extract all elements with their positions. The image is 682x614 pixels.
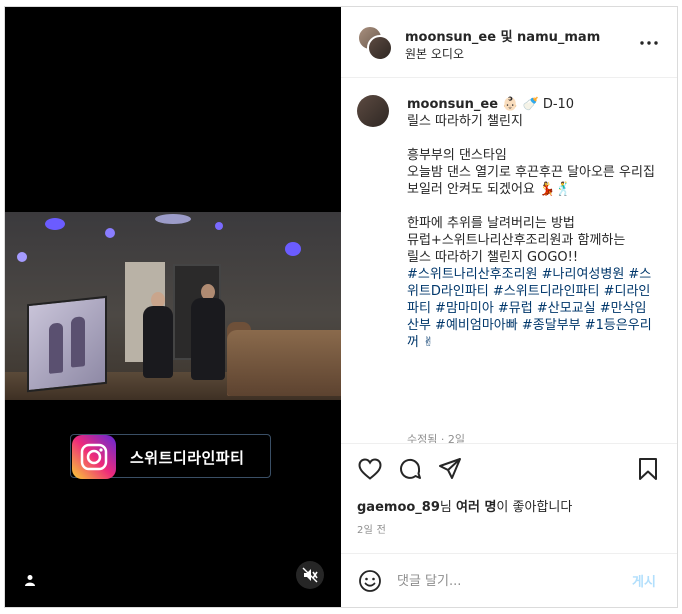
post-side-panel: moonsun_ee 및 namu_mam 원본 오디오 moonsun_ee … [341, 7, 677, 607]
sofa [227, 330, 341, 396]
dancer-left [143, 306, 173, 378]
share-icon[interactable] [437, 456, 463, 482]
caption-area: moonsun_ee 👶🏻 🍼 D-10 릴스 따라하기 챌린지 흥부부의 댄스… [341, 79, 677, 443]
post-authors[interactable]: moonsun_ee 및 namu_mam [405, 26, 600, 45]
dancer-right [191, 298, 225, 380]
more-icon[interactable] [639, 33, 659, 53]
comment-input[interactable] [397, 571, 607, 591]
tv-figure [49, 322, 63, 374]
caption-username[interactable]: moonsun_ee [407, 97, 498, 112]
video-frame[interactable] [5, 212, 341, 400]
collab-avatars[interactable] [357, 25, 393, 61]
caption-hashtags[interactable]: #스위트나리산후조리원 #나리여성병원 #스위트D라인파티 #스위트디라인파티 … [407, 267, 652, 350]
post-header: moonsun_ee 및 namu_mam 원본 오디오 [341, 7, 677, 78]
likes-suffix: 이 좋아합니다 [496, 500, 573, 515]
likes-summary[interactable]: gaemoo_89님 여러 명이 좋아합니다 [357, 496, 572, 515]
caption-lines: 릴스 따라하기 챌린지 흥부부의 댄스타임 오늘밤 댄스 열기로 후끈후끈 달아… [407, 114, 655, 265]
post-dialog: 스위트디라인파티 moonsun_ee 및 namu_mam 원본 오디오 mo… [4, 6, 678, 608]
caption-first-line: 👶🏻 🍼 D-10 [498, 97, 575, 112]
edited-timestamp: 수정됨 · 2일 [407, 433, 465, 443]
bookmark-icon[interactable] [635, 456, 661, 482]
comment-icon[interactable] [397, 456, 423, 482]
heart-icon[interactable] [357, 456, 383, 482]
likes-count[interactable]: 여러 명 [456, 500, 496, 515]
post-media[interactable]: 스위트디라인파티 [5, 7, 341, 607]
caption-text: moonsun_ee 👶🏻 🍼 D-10 릴스 따라하기 챌린지 흥부부의 댄스… [407, 96, 657, 351]
user-icon[interactable] [19, 569, 41, 591]
tv-screen [27, 295, 107, 393]
banner-text: 스위트디라인파티 [130, 449, 245, 467]
likes-mid: 님 [439, 500, 456, 515]
disco-light [105, 228, 115, 238]
comment-bar: 게시 [341, 553, 677, 607]
disco-light [215, 222, 223, 230]
disco-light [45, 218, 65, 230]
post-timestamp[interactable]: 2일 전 [357, 521, 386, 536]
avatar[interactable] [367, 35, 393, 61]
original-audio-link[interactable]: 원본 오디오 [405, 45, 464, 62]
instagram-logo-icon [72, 435, 116, 479]
post-actions: gaemoo_89님 여러 명이 좋아합니다 2일 전 [341, 443, 677, 543]
smiley-icon[interactable] [357, 568, 383, 594]
tv-figure [71, 316, 85, 368]
disco-light [17, 252, 27, 262]
post-comment-button[interactable]: 게시 [632, 571, 656, 590]
ceiling-lamp [155, 214, 191, 224]
disco-light [285, 242, 301, 256]
liker-username[interactable]: gaemoo_89 [357, 500, 440, 515]
instagram-glyph-icon [80, 443, 108, 471]
mute-icon[interactable] [296, 561, 324, 589]
avatar[interactable] [357, 95, 389, 127]
